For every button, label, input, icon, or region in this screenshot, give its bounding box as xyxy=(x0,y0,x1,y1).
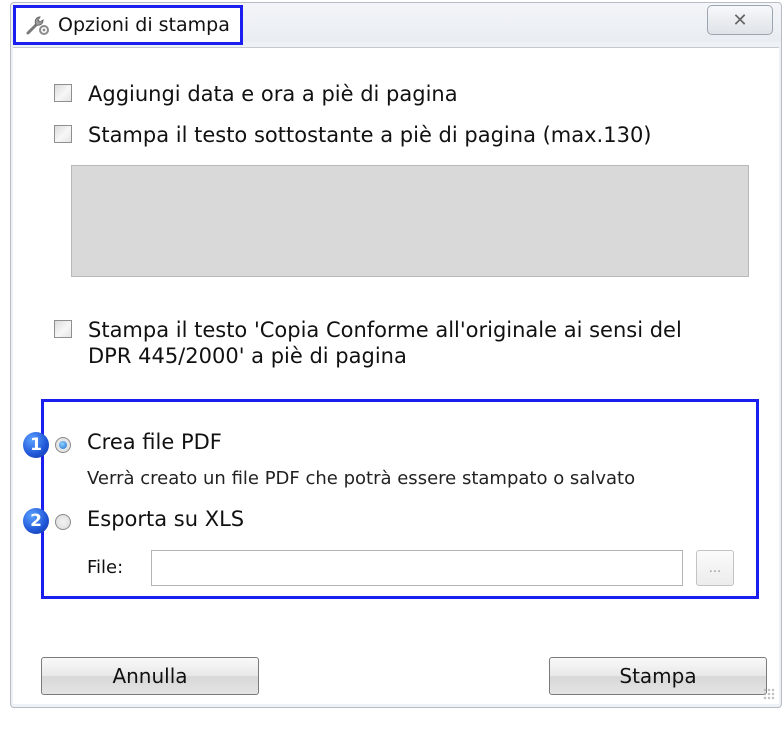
wrench-settings-icon xyxy=(24,13,50,37)
title-highlight-box: Opzioni di stampa xyxy=(13,5,243,45)
add-datetime-checkbox[interactable] xyxy=(54,84,72,102)
close-icon: ✕ xyxy=(732,9,748,31)
callout-badge-1: 1 xyxy=(23,432,49,458)
file-path-input[interactable] xyxy=(151,550,683,586)
create-pdf-radio[interactable] xyxy=(55,437,71,453)
footer-text-label: Stampa il testo sottostante a piè di pag… xyxy=(88,123,652,147)
certified-copy-checkbox[interactable] xyxy=(54,320,72,338)
print-button[interactable]: Stampa xyxy=(549,657,767,695)
export-xls-label[interactable]: Esporta su XLS xyxy=(87,507,244,531)
certified-copy-label-line1: Stampa il testo 'Copia Conforme all'orig… xyxy=(88,318,682,342)
cancel-button[interactable]: Annulla xyxy=(41,657,259,695)
certified-copy-option[interactable]: Stampa il testo 'Copia Conforme all'orig… xyxy=(54,317,682,369)
create-pdf-label[interactable]: Crea file PDF xyxy=(87,430,222,454)
print-options-dialog: Opzioni di stampa ✕ Aggiungi data e ora … xyxy=(10,2,782,708)
resize-grip[interactable] xyxy=(763,688,775,700)
create-pdf-description: Verrà creato un file PDF che potrà esser… xyxy=(87,468,636,489)
title-bar[interactable]: Opzioni di stampa ✕ xyxy=(11,3,781,45)
window-title: Opzioni di stampa xyxy=(58,14,230,36)
close-button[interactable]: ✕ xyxy=(707,5,773,35)
footer-text-checkbox[interactable] xyxy=(54,125,72,143)
add-datetime-option[interactable]: Aggiungi data e ora a piè di pagina xyxy=(54,81,458,107)
footer-text-option[interactable]: Stampa il testo sottostante a piè di pag… xyxy=(54,122,652,148)
browse-button[interactable]: ... xyxy=(696,550,734,586)
callout-badge-2: 2 xyxy=(23,508,49,534)
footer-text-input[interactable] xyxy=(71,165,749,277)
export-xls-radio[interactable] xyxy=(55,514,71,530)
add-datetime-label: Aggiungi data e ora a piè di pagina xyxy=(88,82,458,106)
certified-copy-label-line2: DPR 445/2000' a piè di pagina xyxy=(88,344,407,368)
certified-copy-label: Stampa il testo 'Copia Conforme all'orig… xyxy=(88,317,682,369)
dialog-body: Aggiungi data e ora a piè di pagina Stam… xyxy=(13,47,779,704)
file-label: File: xyxy=(87,557,124,578)
